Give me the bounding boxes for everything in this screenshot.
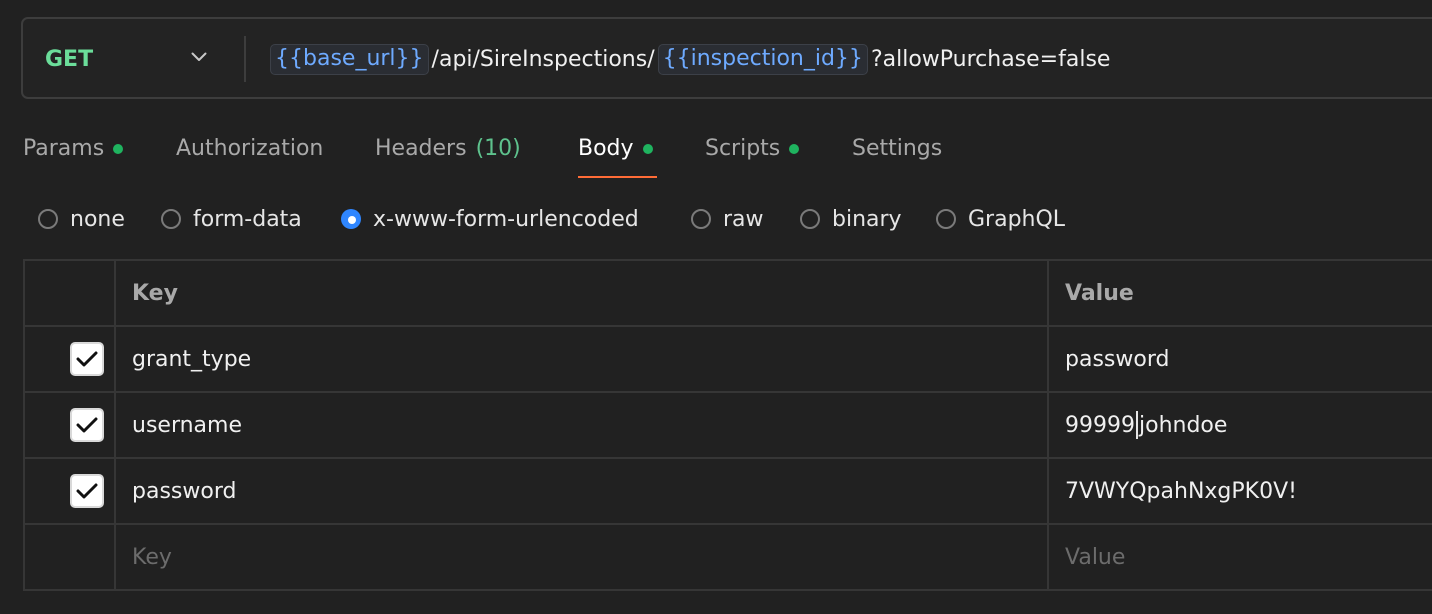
- value-text-after-caret: johndoe: [1139, 412, 1228, 438]
- status-dot-icon: [789, 144, 800, 154]
- table-row: username 99999 johndoe: [25, 393, 1432, 459]
- tab-label: Body: [578, 135, 634, 161]
- tab-settings[interactable]: Settings: [852, 128, 942, 168]
- radio-circle-icon: [936, 209, 956, 229]
- table-row: password 7VWYQpahNxgPK0V!: [25, 459, 1432, 525]
- url-bar: GET {{base_url}} /api/SireInspections/ {…: [21, 17, 1432, 99]
- table-row: grant_type password: [25, 327, 1432, 393]
- url-input[interactable]: {{base_url}} /api/SireInspections/ {{ins…: [270, 19, 1113, 99]
- url-variable-inspection-id[interactable]: {{inspection_id}}: [657, 43, 868, 75]
- key-cell[interactable]: grant_type: [132, 327, 251, 391]
- form-urlencoded-table: Key Value grant_type password username 9…: [23, 259, 1432, 591]
- key-input-placeholder[interactable]: Key: [132, 525, 172, 589]
- radio-selected-icon: [341, 209, 361, 229]
- tab-label: Headers: [375, 135, 467, 161]
- radio-circle-icon: [800, 209, 820, 229]
- active-tab-indicator: [578, 176, 657, 178]
- tab-label: Settings: [852, 135, 943, 161]
- chevron-down-icon[interactable]: [191, 52, 207, 62]
- request-editor: GET {{base_url}} /api/SireInspections/ {…: [0, 0, 1432, 614]
- radio-circle-icon: [691, 209, 711, 229]
- row-enabled-checkbox[interactable]: [70, 408, 104, 442]
- radio-graphql[interactable]: GraphQL: [936, 199, 1065, 239]
- row-enabled-checkbox[interactable]: [70, 474, 104, 508]
- method-label: GET: [45, 46, 94, 72]
- value-text-before-caret: 99999: [1065, 412, 1135, 438]
- table-header-row: Key Value: [25, 261, 1432, 327]
- url-path: /api/SireInspections/: [431, 46, 655, 72]
- url-variable-base-url[interactable]: {{base_url}}: [270, 43, 429, 75]
- checkmark-icon: [76, 351, 98, 367]
- radio-label: none: [70, 206, 125, 232]
- text-caret: [1136, 411, 1138, 439]
- radio-none[interactable]: none: [38, 199, 125, 239]
- radio-x-www-form-urlencoded[interactable]: x-www-form-urlencoded: [341, 199, 639, 239]
- tab-label: Authorization: [176, 135, 324, 161]
- table-row-new: Key Value: [25, 525, 1432, 591]
- value-cell[interactable]: password: [1065, 327, 1169, 391]
- status-dot-icon: [113, 144, 124, 154]
- headers-count: (10): [475, 135, 521, 161]
- radio-label: form-data: [193, 206, 302, 232]
- radio-label: x-www-form-urlencoded: [373, 206, 639, 232]
- radio-circle-icon: [161, 209, 181, 229]
- url-divider: [244, 36, 246, 82]
- value-cell[interactable]: 99999 johndoe: [1065, 393, 1227, 457]
- tab-label: Scripts: [705, 135, 781, 161]
- key-cell[interactable]: username: [132, 393, 242, 457]
- tab-params[interactable]: Params: [23, 128, 124, 168]
- radio-label: raw: [723, 206, 764, 232]
- radio-circle-icon: [38, 209, 58, 229]
- radio-label: GraphQL: [968, 206, 1066, 232]
- checkmark-icon: [76, 417, 98, 433]
- radio-raw[interactable]: raw: [691, 199, 764, 239]
- value-cell[interactable]: 7VWYQpahNxgPK0V!: [1065, 459, 1297, 523]
- tab-body[interactable]: Body: [578, 128, 653, 168]
- checkmark-icon: [76, 483, 98, 499]
- url-query: ?allowPurchase=false: [870, 46, 1111, 72]
- tab-label: Params: [23, 135, 105, 161]
- column-header-value: Value: [1065, 280, 1134, 306]
- radio-label: binary: [832, 206, 902, 232]
- tab-headers[interactable]: Headers (10): [375, 128, 521, 168]
- row-enabled-checkbox[interactable]: [70, 342, 104, 376]
- radio-binary[interactable]: binary: [800, 199, 902, 239]
- tab-authorization[interactable]: Authorization: [176, 128, 323, 168]
- method-select[interactable]: GET: [45, 19, 245, 99]
- column-header-key: Key: [132, 280, 178, 306]
- radio-form-data[interactable]: form-data: [161, 199, 302, 239]
- value-input-placeholder[interactable]: Value: [1065, 525, 1125, 589]
- key-cell[interactable]: password: [132, 459, 236, 523]
- tab-scripts[interactable]: Scripts: [705, 128, 800, 168]
- status-dot-icon: [642, 144, 653, 154]
